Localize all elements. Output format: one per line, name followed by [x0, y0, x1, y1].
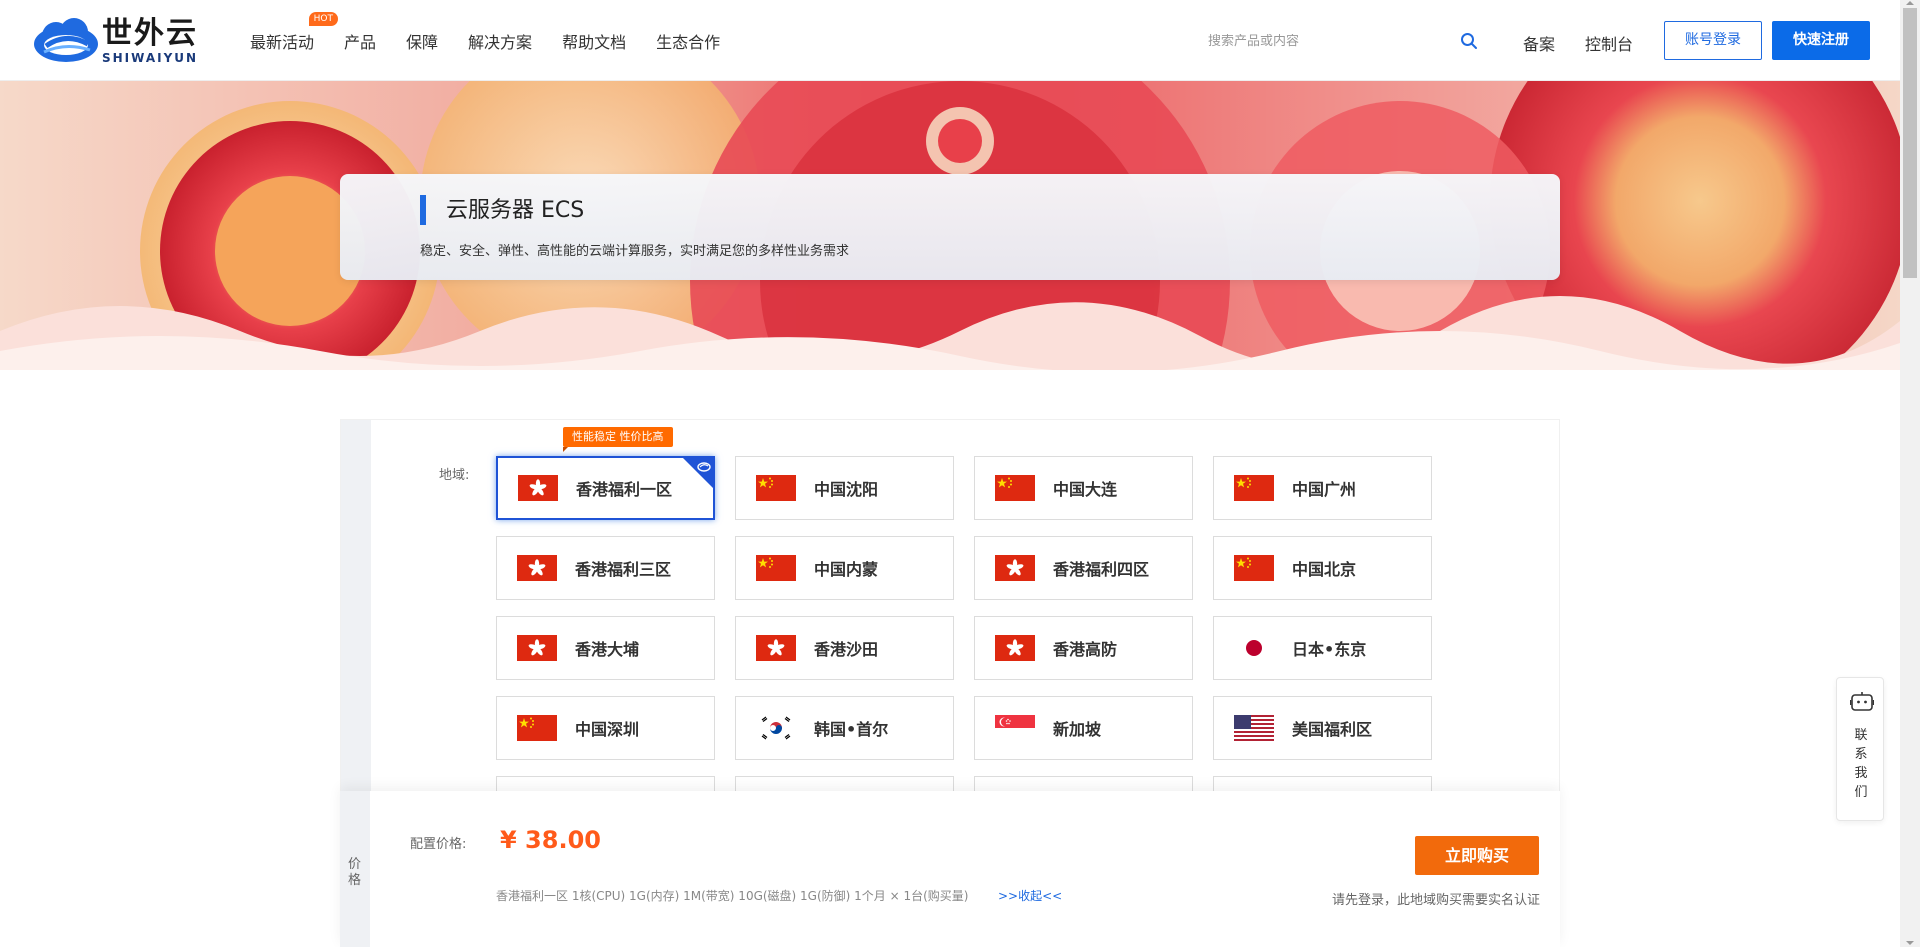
hero-banner: 云服务器 ECS 稳定、安全、弹性、高性能的云端计算服务，实时满足您的多样性业务… [0, 81, 1900, 370]
jp-flag-icon [1234, 635, 1274, 661]
region-card[interactable]: 中国沈阳 [735, 456, 954, 520]
region-name: 美国福利区 [1292, 720, 1373, 739]
region-card[interactable]: 中国北京 [1213, 536, 1432, 600]
region-card[interactable]: 香港高防 [974, 616, 1193, 680]
region-card[interactable]: 香港大埔 [496, 616, 715, 680]
scroll-up-arrow-icon[interactable] [1906, 1, 1914, 5]
register-button[interactable]: 快速注册 [1772, 21, 1870, 60]
region-panel: 地域: 性能稳定 性价比高 香港福利一区 中国沈阳 中国大连 中国广州 香港福利三区 中国… [340, 419, 1560, 806]
region-card[interactable]: 香港福利三区 [496, 536, 715, 600]
scroll-down-arrow-icon[interactable] [1906, 941, 1914, 945]
nav-item-help-docs[interactable]: 帮助文档 [562, 29, 626, 53]
region-card[interactable]: 香港福利一区 [496, 456, 715, 520]
kr-flag-icon [756, 715, 796, 741]
region-name: 中国深圳 [575, 720, 640, 739]
hero-title: 云服务器 ECS [446, 198, 585, 223]
region-grid: 香港福利一区 中国沈阳 中国大连 中国广州香港福利三区 中国内蒙 香港福利四区 中国北京香港… [496, 456, 1432, 760]
scroll-thumb[interactable] [1903, 8, 1917, 278]
contact-us-float[interactable]: 联系我们 [1836, 677, 1884, 821]
region-name: 中国北京 [1292, 560, 1357, 579]
region-name: 中国大连 [1053, 480, 1118, 499]
hero-description: 稳定、安全、弹性、高性能的云端计算服务，实时满足您的多样性业务需求 [420, 244, 850, 259]
hk-flag-icon [756, 635, 796, 661]
region-card[interactable]: 中国内蒙 [735, 536, 954, 600]
region-card[interactable]: 中国大连 [974, 456, 1193, 520]
hk-flag-icon [995, 635, 1035, 661]
region-side-strip [341, 420, 371, 798]
hero-card: 云服务器 ECS 稳定、安全、弹性、高性能的云端计算服务，实时满足您的多样性业务… [340, 174, 1560, 280]
region-name: 香港高防 [1053, 640, 1118, 659]
region-name: 香港福利三区 [575, 560, 672, 579]
region-name: 韩国•首尔 [814, 720, 889, 739]
cloud-logo-icon [34, 18, 98, 62]
config-summary: 香港福利一区 1核(CPU) 1G(内存) 1M(带宽) 10G(磁盘) 1G(… [496, 889, 969, 903]
collapse-link[interactable]: >>收起<< [998, 887, 1062, 904]
logo-text-cn: 世外云 [102, 16, 198, 51]
region-name: 中国沈阳 [814, 480, 879, 499]
search-icon[interactable] [1460, 32, 1478, 50]
hk-flag-icon [518, 475, 558, 501]
region-name: 香港沙田 [814, 640, 879, 659]
nav-item-products[interactable]: 产品 [344, 29, 376, 53]
promo-tag: 性能稳定 性价比高 [563, 427, 673, 452]
region-card[interactable]: 新加坡 [974, 696, 1193, 760]
region-name: 中国广州 [1292, 480, 1357, 499]
selected-cloud-icon [697, 462, 711, 472]
price-side-label: 价格 [348, 857, 362, 888]
cn-flag-icon [756, 555, 796, 581]
page-scrollbar[interactable] [1900, 0, 1920, 947]
nav-item-ecosystem[interactable]: 生态合作 [656, 29, 720, 53]
brand-logo[interactable]: 世外云 SHIWAIYUN [30, 14, 205, 66]
hero-accent-bar [420, 195, 426, 225]
search-input[interactable] [1208, 33, 1428, 49]
region-card[interactable]: 中国广州 [1213, 456, 1432, 520]
contact-label: 联系我们 [1854, 728, 1868, 800]
price-side-strip: 价格 [340, 791, 370, 947]
cn-flag-icon [1234, 555, 1274, 581]
region-name: 新加坡 [1053, 720, 1102, 739]
nav-item-latest-events[interactable]: 最新活动 HOT [250, 11, 339, 53]
region-name: 香港大埔 [575, 640, 640, 659]
region-name: 香港福利四区 [1053, 560, 1150, 579]
chat-robot-icon [1850, 692, 1874, 711]
console-link[interactable]: 控制台 [1585, 31, 1633, 55]
region-card[interactable]: 香港沙田 [735, 616, 954, 680]
hk-flag-icon [517, 635, 557, 661]
region-card[interactable]: 日本•东京 [1213, 616, 1432, 680]
search-box [1208, 28, 1478, 54]
login-button[interactable]: 账号登录 [1664, 21, 1762, 60]
cn-flag-icon [1234, 475, 1274, 501]
region-name: 中国内蒙 [814, 560, 879, 579]
price-bar: 价格 配置价格: ¥ 38.00 香港福利一区 1核(CPU) 1G(内存) 1… [340, 791, 1560, 947]
nav-item-guarantee[interactable]: 保障 [406, 29, 438, 53]
nav-item-solutions[interactable]: 解决方案 [468, 29, 532, 53]
region-card[interactable]: 韩国•首尔 [735, 696, 954, 760]
main-nav: 最新活动 HOT 产品 保障 解决方案 帮助文档 生态合作 [250, 0, 750, 81]
region-label: 地域: [439, 468, 470, 483]
hot-badge: HOT [308, 11, 339, 26]
cn-flag-icon [756, 475, 796, 501]
logo-text-en: SHIWAIYUN [102, 51, 199, 65]
region-name: 日本•东京 [1292, 640, 1367, 659]
price-value: ¥ 38.00 [500, 826, 601, 854]
nav-item-label: 最新活动 [250, 32, 315, 52]
region-card[interactable]: 香港福利四区 [974, 536, 1193, 600]
hk-flag-icon [517, 555, 557, 581]
region-card[interactable]: 中国深圳 [496, 696, 715, 760]
region-card[interactable]: 美国福利区 [1213, 696, 1432, 760]
top-header: 世外云 SHIWAIYUN 最新活动 HOT 产品 保障 解决方案 帮助文档 生… [0, 0, 1900, 81]
hk-flag-icon [995, 555, 1035, 581]
cn-flag-icon [517, 715, 557, 741]
price-label: 配置价格: [410, 837, 467, 852]
us-flag-icon [1234, 715, 1274, 741]
sg-flag-icon [995, 715, 1035, 741]
beian-link[interactable]: 备案 [1523, 31, 1555, 55]
region-name: 香港福利一区 [576, 480, 673, 499]
login-note: 请先登录，此地域购买需要实名认证 [1331, 893, 1540, 908]
buy-now-button[interactable]: 立即购买 [1415, 836, 1539, 875]
cn-flag-icon [995, 475, 1035, 501]
